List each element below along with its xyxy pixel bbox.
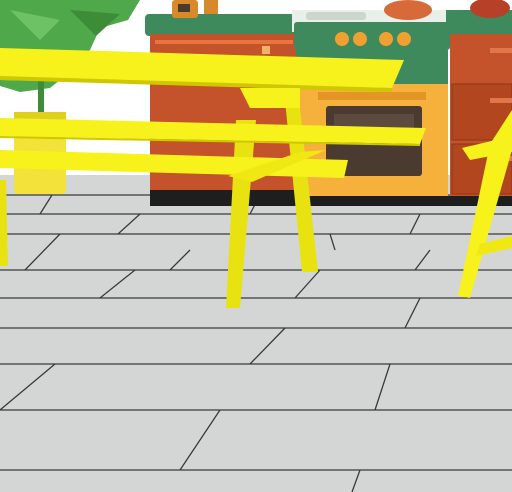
- stove-knob-icon: [335, 32, 349, 46]
- tiled-floor: [0, 175, 512, 492]
- stove-knob-icon: [397, 32, 411, 46]
- stove-knob-icon: [379, 32, 393, 46]
- game-scene: [0, 0, 512, 492]
- stove-knob-icon: [353, 32, 367, 46]
- scene-canvas: [0, 0, 512, 492]
- kitchen-counter: [145, 14, 298, 206]
